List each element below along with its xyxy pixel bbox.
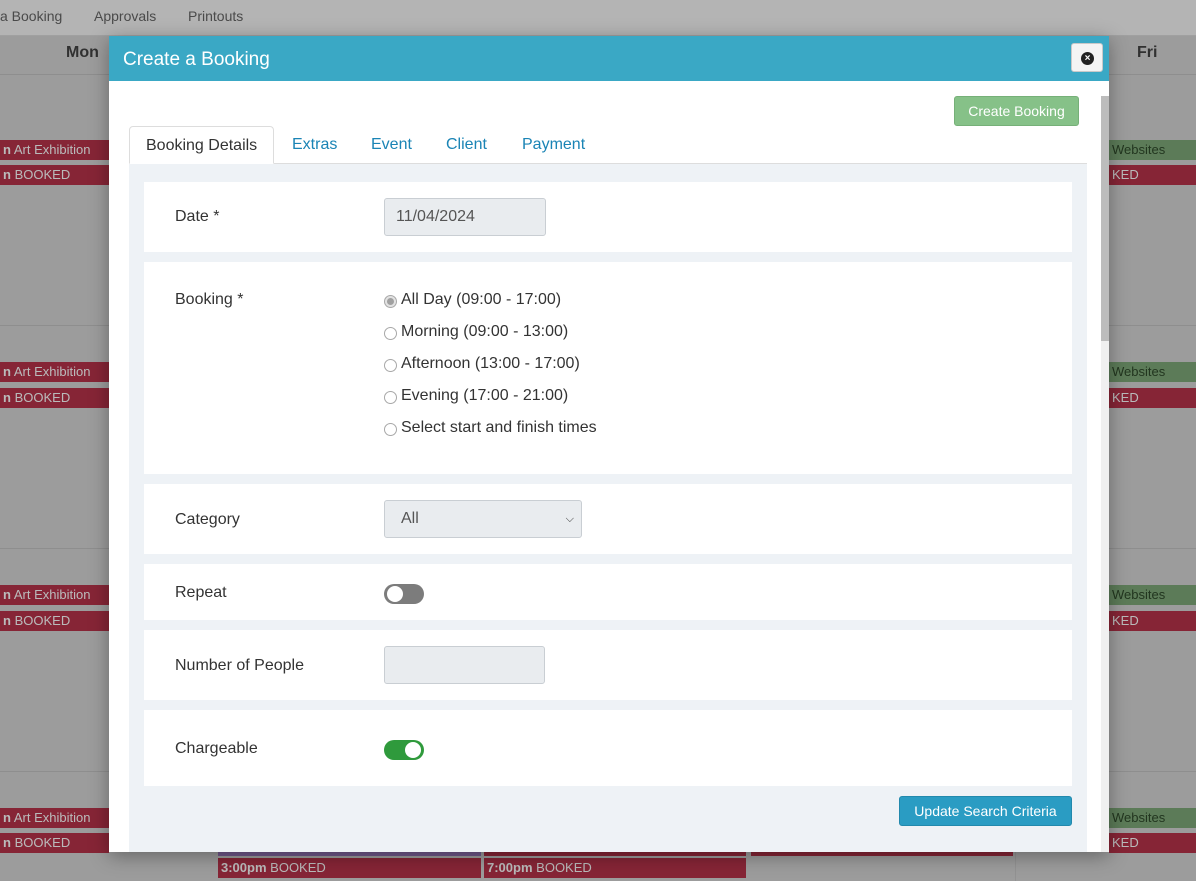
tab-event[interactable]: Event (355, 126, 428, 164)
radio-button[interactable] (384, 295, 397, 308)
tab-booking-details[interactable]: Booking Details (129, 126, 275, 164)
chevron-down-icon: ⌵ (565, 513, 574, 525)
radio-button[interactable] (384, 359, 397, 372)
repeat-row: Repeat (144, 564, 1072, 620)
people-label: Number of People (175, 657, 304, 674)
close-circle-icon: × (1081, 52, 1094, 65)
modal-header: Create a Booking × (109, 36, 1109, 81)
date-row: Date * 11/04/2024 (144, 182, 1072, 252)
tab-bar: Booking Details Extras Event Client Paym… (129, 126, 1087, 164)
update-search-criteria-button[interactable]: Update Search Criteria (899, 796, 1072, 826)
date-input[interactable]: 11/04/2024 (384, 198, 546, 236)
radio-button[interactable] (384, 423, 397, 436)
repeat-label: Repeat (175, 584, 227, 601)
radio-button[interactable] (384, 391, 397, 404)
modal-title: Create a Booking (123, 49, 270, 70)
create-booking-modal: Create a Booking × Create Booking Bookin… (109, 36, 1109, 852)
booking-row: Booking * All Day (09:00 - 17:00) Mornin… (144, 262, 1072, 474)
chargeable-toggle[interactable] (384, 740, 424, 760)
booking-details-panel: Date * 11/04/2024 Booking * All Day (09:… (129, 164, 1087, 852)
category-select[interactable]: All ⌵ (384, 500, 582, 538)
people-row: Number of People (144, 630, 1072, 700)
category-row: Category All ⌵ (144, 484, 1072, 554)
tab-client[interactable]: Client (430, 126, 503, 164)
radio-button[interactable] (384, 327, 397, 340)
people-input[interactable] (384, 646, 545, 684)
toggle-knob (387, 586, 403, 602)
repeat-toggle[interactable] (384, 584, 424, 604)
booking-label: Booking * (175, 291, 244, 308)
toggle-knob (405, 742, 421, 758)
create-booking-button[interactable]: Create Booking (954, 96, 1079, 126)
tab-payment[interactable]: Payment (506, 126, 601, 164)
category-label: Category (175, 511, 240, 528)
scrollbar-thumb[interactable] (1101, 96, 1109, 341)
chargeable-row: Chargeable (144, 710, 1072, 786)
close-button[interactable]: × (1071, 43, 1103, 72)
chargeable-label: Chargeable (175, 740, 258, 757)
date-label: Date * (175, 208, 220, 225)
tab-extras[interactable]: Extras (276, 126, 353, 164)
